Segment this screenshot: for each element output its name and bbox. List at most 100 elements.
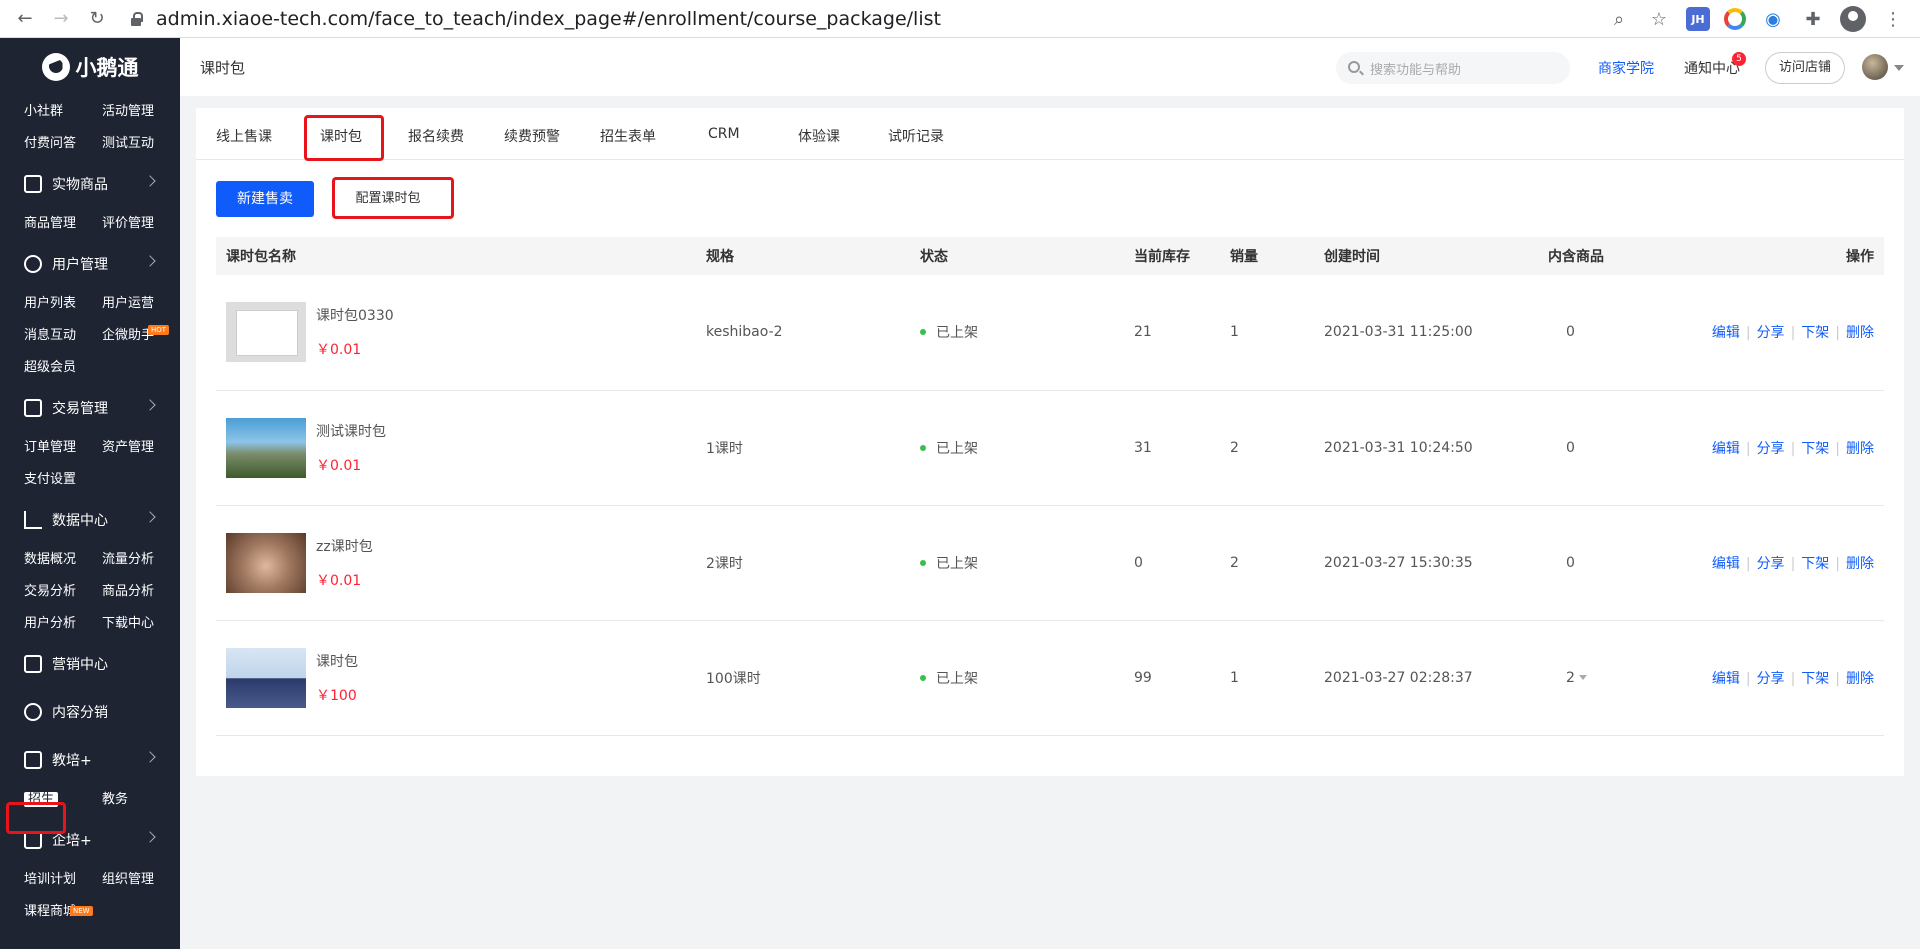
separator: | [1745, 555, 1751, 572]
jh-extension-icon[interactable]: JH [1686, 7, 1710, 31]
reload-icon[interactable]: ↻ [86, 8, 108, 30]
sidebar-group-trade-manage[interactable]: 交易管理 [0, 384, 180, 432]
new-sale-button[interactable]: 新建售卖 [216, 181, 314, 217]
sidebar-item-user-list[interactable]: 用户列表 [24, 288, 102, 320]
edit-link[interactable]: 编辑 [1712, 556, 1740, 572]
sidebar-item-super-member[interactable]: 超级会员 [24, 352, 102, 384]
puzzle-extensions-icon[interactable]: ✚ [1800, 6, 1826, 32]
product-name[interactable]: 课时包0330 [316, 305, 394, 325]
product-thumbnail[interactable] [226, 417, 306, 478]
tab-enroll-renew[interactable]: 报名续费 [408, 126, 464, 146]
separator: | [1745, 325, 1751, 342]
sidebar-item-community[interactable]: 小社群 [24, 96, 102, 128]
tab-audition-records[interactable]: 试听记录 [888, 126, 944, 146]
share-link[interactable]: 分享 [1757, 671, 1785, 687]
share-tree-icon [24, 703, 42, 721]
cell-items: 0 [1538, 390, 1698, 506]
product-name[interactable]: zz课时包 [316, 536, 373, 556]
back-icon[interactable]: ← [14, 8, 36, 30]
sidebar-item-orders[interactable]: 订单管理 [24, 432, 102, 464]
sidebar-item-user-analysis[interactable]: 用户分析 [24, 608, 102, 640]
owl-extension-icon[interactable]: ◉ [1760, 6, 1786, 32]
tab-enroll-form[interactable]: 招生表单 [600, 126, 656, 146]
items-count: 0 [1566, 439, 1575, 456]
sidebar-item-traffic[interactable]: 流量分析 [102, 544, 180, 576]
delete-link[interactable]: 删除 [1846, 671, 1874, 687]
sub-label: 企微助手 [102, 328, 155, 343]
unlist-link[interactable]: 下架 [1801, 671, 1829, 687]
edit-link[interactable]: 编辑 [1712, 441, 1740, 457]
tab-renew-warning[interactable]: 续费预警 [504, 126, 560, 146]
sidebar-item-payment-settings[interactable]: 支付设置 [24, 464, 102, 496]
edit-link[interactable]: 编辑 [1712, 671, 1740, 687]
share-link[interactable]: 分享 [1757, 325, 1785, 341]
unlist-link[interactable]: 下架 [1801, 325, 1829, 341]
bookmark-star-icon[interactable]: ☆ [1646, 6, 1672, 32]
product-thumbnail[interactable] [226, 647, 306, 708]
cell-items[interactable]: 2 [1538, 620, 1698, 736]
sidebar-item-academic[interactable]: 教务 [102, 784, 180, 816]
delete-link[interactable]: 删除 [1846, 556, 1874, 572]
avatar[interactable] [1862, 54, 1888, 80]
sidebar-item-user-ops[interactable]: 用户运营 [102, 288, 180, 320]
sidebar-item-goods-analysis[interactable]: 商品分析 [102, 576, 180, 608]
sidebar-item-data-overview[interactable]: 数据概况 [24, 544, 102, 576]
sidebar-item-test-interaction[interactable]: 测试互动 [102, 128, 180, 160]
status-text: 已上架 [936, 440, 978, 457]
product-thumbnail[interactable] [226, 302, 306, 363]
group-label: 教培+ [52, 753, 92, 769]
search-input[interactable]: 搜索功能与帮助 [1336, 52, 1570, 84]
sidebar-group-distribution[interactable]: 内容分销 [0, 688, 180, 736]
unlist-link[interactable]: 下架 [1801, 556, 1829, 572]
caret-down-icon[interactable] [1894, 65, 1904, 71]
address-bar[interactable]: admin.xiaoe-tech.com/face_to_teach/index… [130, 8, 941, 30]
tab-crm[interactable]: CRM [708, 126, 740, 142]
sidebar-item-download-center[interactable]: 下载中心 [102, 608, 180, 640]
tab-bar: 线上售课 课时包 报名续费 续费预警 招生表单 CRM 体验课 试听记录 [196, 108, 1904, 161]
col-created: 创建时间 [1314, 237, 1538, 275]
col-actions: 操作 [1698, 237, 1884, 275]
sidebar-item-org-manage[interactable]: 组织管理 [102, 864, 180, 896]
tab-online-course[interactable]: 线上售课 [216, 126, 272, 146]
product-name[interactable]: 测试课时包 [316, 421, 386, 441]
visit-store-button[interactable]: 访问店铺 [1765, 52, 1845, 84]
sidebar-item-training-plan[interactable]: 培训计划 [24, 864, 102, 896]
sidebar-group-marketing[interactable]: 营销中心 [0, 640, 180, 688]
sidebar-item-messages[interactable]: 消息互动 [24, 320, 102, 352]
sidebar-group-data-center[interactable]: 数据中心 [0, 496, 180, 544]
product-name[interactable]: 课时包 [316, 651, 358, 671]
sidebar-group-education[interactable]: 教培+ [0, 736, 180, 784]
tab-trial-course[interactable]: 体验课 [798, 126, 840, 146]
zoom-icon[interactable]: ⌕ [1606, 6, 1632, 32]
edit-link[interactable]: 编辑 [1712, 325, 1740, 341]
cell-spec: keshibao-2 [696, 275, 910, 391]
caret-down-icon[interactable] [1578, 675, 1587, 680]
product-thumbnail[interactable] [226, 532, 306, 593]
sidebar-group-physical-goods[interactable]: 实物商品 [0, 160, 180, 208]
sidebar-item-paid-qa[interactable]: 付费问答 [24, 128, 102, 160]
content-card: 线上售课 课时包 报名续费 续费预警 招生表单 CRM 体验课 试听记录 新建售… [196, 108, 1904, 776]
table-row: 课时包 ￥100 100课时 已上架 99 1 2021-03-27 02:28… [216, 620, 1884, 736]
share-link[interactable]: 分享 [1757, 556, 1785, 572]
sidebar-item-trade-analysis[interactable]: 交易分析 [24, 576, 102, 608]
sidebar-item-goods-manage[interactable]: 商品管理 [24, 208, 102, 240]
sidebar-subs-data: 数据概况 流量分析 交易分析 商品分析 用户分析 下载中心 [0, 544, 180, 640]
status-text: 已上架 [936, 670, 978, 687]
page-header: 课时包 搜索功能与帮助 商家学院 通知中心 5 访问店铺 [180, 38, 1920, 96]
sidebar-item-activity[interactable]: 活动管理 [102, 96, 180, 128]
sidebar-item-assets[interactable]: 资产管理 [102, 432, 180, 464]
profile-icon[interactable] [1840, 6, 1866, 32]
lock-icon [130, 11, 143, 26]
forward-icon[interactable]: → [50, 8, 72, 30]
academy-link[interactable]: 商家学院 [1598, 58, 1654, 78]
sidebar-item-review-manage[interactable]: 评价管理 [102, 208, 180, 240]
menu-dots-icon[interactable]: ⋮ [1880, 6, 1906, 32]
unlist-link[interactable]: 下架 [1801, 441, 1829, 457]
sidebar-group-user-manage[interactable]: 用户管理 [0, 240, 180, 288]
group-label: 交易管理 [52, 401, 108, 417]
logo[interactable]: 小鹅通 [0, 38, 180, 96]
delete-link[interactable]: 删除 [1846, 325, 1874, 341]
delete-link[interactable]: 删除 [1846, 441, 1874, 457]
chrome-extension-icon[interactable] [1724, 8, 1746, 30]
share-link[interactable]: 分享 [1757, 441, 1785, 457]
